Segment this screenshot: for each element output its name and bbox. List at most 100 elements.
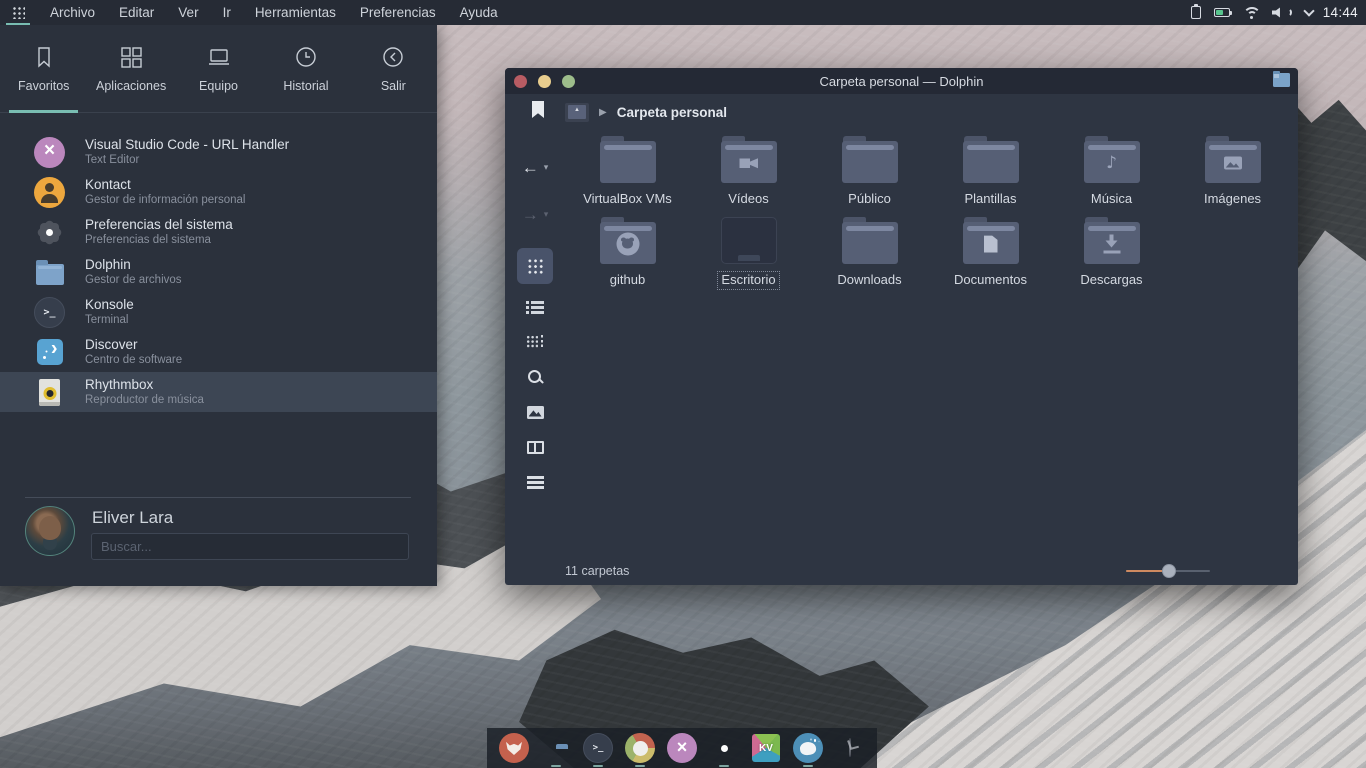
list-view-button[interactable]	[517, 292, 553, 322]
clock[interactable]: 14:44	[1323, 5, 1358, 20]
dolphin-toolbar: ←▾ →▾	[505, 126, 565, 557]
close-button[interactable]	[514, 75, 527, 88]
app-dolphin[interactable]: Dolphin Gestor de archivos	[0, 252, 437, 292]
chevron-down-icon[interactable]	[1303, 5, 1314, 16]
folder-virtualbox-vms[interactable]: VirtualBox VMs	[572, 130, 684, 209]
clipboard-icon[interactable]	[1191, 6, 1201, 19]
bookmark-icon	[31, 44, 57, 70]
folder-downloads[interactable]: Downloads	[814, 211, 926, 290]
home-folder-button[interactable]	[565, 103, 589, 122]
konsole-icon	[34, 297, 65, 328]
app-launcher-button[interactable]	[0, 0, 36, 25]
logout-icon	[380, 44, 406, 70]
split-view-icon	[527, 441, 544, 454]
app-title: Dolphin	[85, 258, 182, 273]
tab-equipo[interactable]: Equipo	[175, 25, 262, 112]
kontact-icon	[34, 177, 65, 208]
app-kontact[interactable]: Kontact Gestor de información personal	[0, 172, 437, 212]
folder-documentos[interactable]: Documentos	[935, 211, 1047, 290]
menu-bar: Archivo Editar Ver Ir Herramientas Preferenci…	[50, 5, 498, 20]
menu-preferencias[interactable]: Preferencias	[360, 5, 436, 20]
breadcrumb-location[interactable]: Carpeta personal	[617, 105, 727, 120]
tab-aplicaciones[interactable]: Aplicaciones	[87, 25, 174, 112]
app-title: Visual Studio Code - URL Handler	[85, 138, 289, 153]
app-subtitle: Gestor de información personal	[85, 194, 245, 207]
firefox-icon	[499, 733, 529, 763]
search-input[interactable]	[91, 533, 409, 560]
split-view-button[interactable]	[517, 432, 553, 462]
maximize-button[interactable]	[562, 75, 575, 88]
dock	[487, 728, 877, 768]
folder-videos[interactable]: Vídeos	[693, 130, 805, 209]
app-launcher-panel: Favoritos Aplicaciones Equipo Historial …	[0, 25, 437, 586]
app-title: Discover	[85, 338, 182, 353]
folder-github[interactable]: github	[572, 211, 684, 290]
volume-icon[interactable]	[1272, 7, 1283, 18]
github-icon	[600, 217, 656, 264]
preview-button[interactable]	[517, 397, 553, 427]
window-folder-icon	[1273, 73, 1290, 87]
app-preferencias-sistema[interactable]: Preferencias del sistema Preferencias de…	[0, 212, 437, 252]
dock-item-dolphin[interactable]	[539, 729, 573, 767]
forward-button[interactable]: →▾	[517, 199, 553, 229]
folder-descargas[interactable]: Descargas	[1056, 211, 1168, 290]
menu-herramientas[interactable]: Herramientas	[255, 5, 336, 20]
dock-item-blue-app[interactable]	[791, 729, 825, 767]
videos-icon	[721, 136, 777, 183]
items-count: 11 carpetas	[565, 564, 629, 578]
chevron-down-icon: ▾	[544, 162, 549, 173]
zoom-slider[interactable]	[1126, 564, 1210, 578]
folder-musica[interactable]: Música	[1056, 130, 1168, 209]
app-subtitle: Gestor de archivos	[85, 274, 182, 287]
user-avatar[interactable]	[25, 506, 75, 556]
tab-historial[interactable]: Historial	[262, 25, 349, 112]
downloads-icon	[842, 217, 898, 264]
folder-label: Vídeos	[724, 190, 772, 209]
top-panel: Archivo Editar Ver Ir Herramientas Preferenci…	[0, 0, 1366, 25]
grid-view-button[interactable]	[517, 248, 553, 284]
folder-label: Descargas	[1076, 271, 1146, 290]
dock-item-firefox[interactable]	[497, 729, 531, 767]
search-button[interactable]	[517, 362, 553, 392]
folder-publico[interactable]: Público	[814, 130, 926, 209]
battery-icon[interactable]	[1214, 8, 1230, 17]
grid-view-icon	[527, 258, 544, 275]
dock-item-clock-widget[interactable]	[833, 729, 867, 767]
slider-handle[interactable]	[1162, 564, 1176, 578]
titlebar[interactable]: Carpeta personal — Dolphin	[505, 68, 1298, 94]
dock-item-chrome[interactable]	[623, 729, 657, 767]
launcher-tabs: Favoritos Aplicaciones Equipo Historial …	[0, 25, 437, 113]
app-vscode[interactable]: Visual Studio Code - URL Handler Text Ed…	[0, 132, 437, 172]
statusbar: 11 carpetas	[505, 557, 1298, 585]
dock-item-settings[interactable]	[707, 729, 741, 767]
folder-imagenes[interactable]: Imágenes	[1177, 130, 1289, 209]
discover-icon	[34, 337, 65, 368]
desktop: Carpeta personal — Dolphin ▶ Carpeta per…	[0, 0, 1366, 768]
minimize-button[interactable]	[538, 75, 551, 88]
wifi-icon[interactable]	[1243, 7, 1259, 19]
app-konsole[interactable]: Konsole Terminal	[0, 292, 437, 332]
dock-item-konsole[interactable]	[581, 729, 615, 767]
menu-button[interactable]	[517, 467, 553, 497]
folder-plantillas[interactable]: Plantillas	[935, 130, 1047, 209]
compact-view-icon	[526, 335, 544, 349]
chrome-icon	[625, 733, 655, 763]
menu-editar[interactable]: Editar	[119, 5, 154, 20]
menu-ir[interactable]: Ir	[223, 5, 231, 20]
menu-archivo[interactable]: Archivo	[50, 5, 95, 20]
menu-ayuda[interactable]: Ayuda	[460, 5, 498, 20]
app-rhythmbox[interactable]: Rhythmbox Reproductor de música	[0, 372, 437, 412]
bookmark-icon[interactable]	[532, 101, 544, 118]
tab-favoritos[interactable]: Favoritos	[0, 25, 87, 112]
back-button[interactable]: ←▾	[517, 152, 553, 182]
menu-ver[interactable]: Ver	[178, 5, 198, 20]
dock-item-kvantum[interactable]	[749, 729, 783, 767]
computer-icon	[206, 44, 232, 70]
escritorio-icon	[721, 217, 777, 264]
dock-item-vscode[interactable]	[665, 729, 699, 767]
app-discover[interactable]: Discover Centro de software	[0, 332, 437, 372]
kvantum-icon	[752, 734, 780, 762]
tab-salir[interactable]: Salir	[350, 25, 437, 112]
compact-view-button[interactable]	[517, 327, 553, 357]
folder-escritorio[interactable]: Escritorio	[693, 211, 805, 290]
